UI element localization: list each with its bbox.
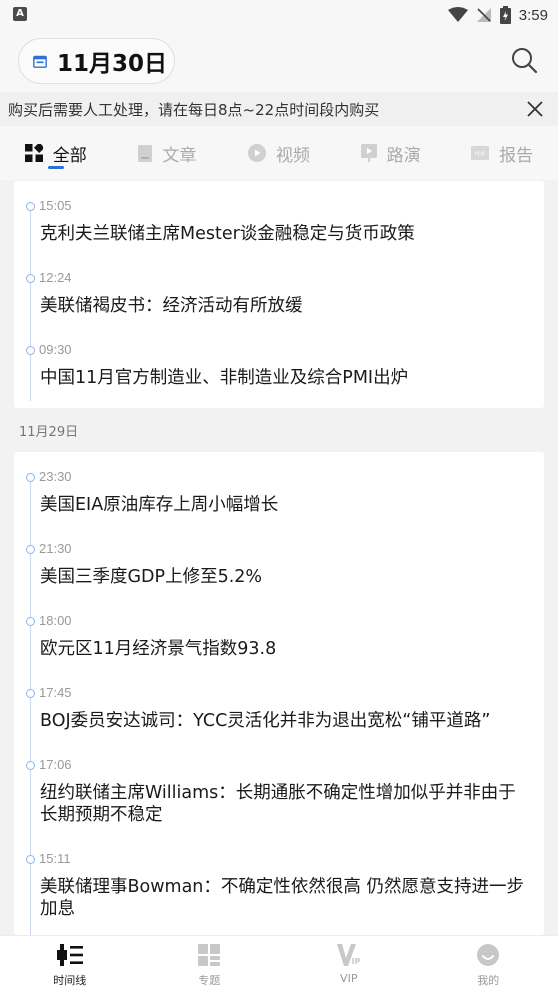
- timeline-dot: [26, 689, 35, 698]
- profile-icon: [477, 944, 500, 966]
- topics-icon: [198, 944, 221, 966]
- news-item[interactable]: 23:30 美国EIA原油库存上周小幅增长: [14, 458, 544, 530]
- nav-label: 时间线: [53, 974, 87, 987]
- timeline-dot: [26, 761, 35, 770]
- svg-text:PDF: PDF: [475, 152, 486, 158]
- news-title: 克利夫兰联储主席Mester谈金融稳定与货币政策: [40, 224, 415, 244]
- news-item[interactable]: 09:30 中国11月官方制造业、非制造业及综合PMI出炉: [14, 331, 544, 403]
- news-item[interactable]: 17:06 纽约联储主席Williams：长期通胀不确定性增加似乎并非由于长期预…: [14, 746, 544, 840]
- roadshow-icon: [360, 144, 377, 162]
- tab-all[interactable]: 全部: [0, 126, 112, 180]
- news-time: 12:24: [39, 270, 72, 285]
- bottom-navigation: 时间线 专题 IP VIP 我的: [0, 935, 558, 992]
- clock: 3:59: [518, 6, 548, 24]
- tab-videos[interactable]: 视频: [223, 126, 335, 180]
- svg-text:IP: IP: [351, 957, 360, 966]
- news-title: 美国EIA原油库存上周小幅增长: [40, 495, 279, 515]
- play-icon: [247, 144, 266, 162]
- nav-timeline[interactable]: 时间线: [0, 936, 140, 992]
- nav-label: 我的: [477, 974, 500, 987]
- close-icon[interactable]: [526, 100, 544, 118]
- header: 11月30日: [0, 30, 558, 92]
- active-tab-indicator: [48, 166, 64, 169]
- tab-label: 全部: [52, 145, 87, 166]
- news-time: 15:11: [39, 851, 71, 866]
- timeline-dot: [26, 617, 35, 626]
- news-item[interactable]: 17:45 BOJ委员安达诚司：YCC灵活化并非为退出宽松“铺平道路”: [14, 674, 544, 746]
- nav-topics[interactable]: 专题: [140, 936, 280, 992]
- news-title: 欧元区11月经济景气指数93.8: [40, 639, 277, 659]
- purchase-notice-banner: 购买后需要人工处理，请在每日8点~22点时间段内购买: [0, 92, 558, 126]
- news-title: 美联储褐皮书：经济活动有所放缓: [40, 296, 303, 316]
- system-icons: 3:59: [447, 4, 548, 26]
- tab-label: 文章: [162, 145, 197, 166]
- vip-icon: IP: [336, 944, 360, 966]
- tab-label: 报告: [499, 145, 534, 166]
- calendar-icon: [33, 55, 47, 68]
- wifi-icon: [447, 7, 468, 22]
- selected-date: 11月30日: [57, 51, 168, 77]
- timeline-dot: [26, 274, 35, 283]
- document-icon: [138, 144, 153, 162]
- timeline-icon: [56, 944, 83, 966]
- no-signal-icon: [476, 8, 491, 22]
- news-time: 23:30: [39, 469, 72, 484]
- date-picker-button[interactable]: 11月30日: [18, 38, 175, 84]
- battery-icon: [499, 6, 511, 24]
- nav-label: 专题: [198, 974, 221, 987]
- news-item[interactable]: 15:05 克利夫兰联储主席Mester谈金融稳定与货币政策: [14, 187, 544, 259]
- timeline-dot: [26, 346, 35, 355]
- news-time: 21:30: [39, 541, 72, 556]
- search-icon[interactable]: [510, 46, 538, 74]
- grid-icon: [24, 144, 43, 162]
- news-item[interactable]: 21:30 美国三季度GDP上修至5.2%: [14, 530, 544, 602]
- timeline-group-previous-day: 23:30 美国EIA原油库存上周小幅增长 21:30 美国三季度GDP上修至5…: [14, 452, 544, 935]
- timeline-dot: [26, 202, 35, 211]
- news-title: 纽约联储主席Williams：长期通胀不确定性增加似乎并非由于长期预期不稳定: [40, 783, 516, 825]
- tab-articles[interactable]: 文章: [112, 126, 224, 180]
- tab-label: 视频: [275, 145, 310, 166]
- news-time: 17:06: [39, 757, 72, 772]
- news-item[interactable]: 12:24 美联储褐皮书：经济活动有所放缓: [14, 259, 544, 331]
- timeline-dot: [26, 855, 35, 864]
- date-group-label: 11月29日: [19, 425, 79, 440]
- news-title: BOJ委员安达诚司：YCC灵活化并非为退出宽松“铺平道路”: [40, 711, 491, 731]
- news-item[interactable]: 18:00 欧元区11月经济景气指数93.8: [14, 602, 544, 674]
- app-notification-icon: A: [13, 7, 27, 21]
- tab-roadshows[interactable]: 路演: [335, 126, 447, 180]
- news-time: 18:00: [39, 613, 72, 628]
- content-type-tabs: 全部 文章 视频 路演 PDF 报告: [0, 126, 558, 180]
- news-time: 09:30: [39, 342, 72, 357]
- timeline-dot: [26, 545, 35, 554]
- timeline-dot: [26, 473, 35, 482]
- status-bar: A 3:59: [0, 0, 558, 30]
- timeline-group-today: 15:05 克利夫兰联储主席Mester谈金融稳定与货币政策 12:24 美联储…: [14, 181, 544, 408]
- nav-profile[interactable]: 我的: [419, 936, 558, 992]
- nav-vip[interactable]: IP VIP: [279, 936, 419, 992]
- news-title: 中国11月官方制造业、非制造业及综合PMI出炉: [40, 368, 409, 388]
- news-title: 美联储理事Bowman：不确定性依然很高 仍然愿意支持进一步加息: [40, 877, 524, 919]
- pdf-icon: PDF: [471, 146, 490, 160]
- notice-text: 购买后需要人工处理，请在每日8点~22点时间段内购买: [8, 100, 380, 119]
- nav-label: VIP: [340, 972, 358, 985]
- news-title: 美国三季度GDP上修至5.2%: [40, 567, 263, 587]
- news-item[interactable]: 15:11 美联储理事Bowman：不确定性依然很高 仍然愿意支持进一步加息: [14, 840, 544, 935]
- tab-label: 路演: [386, 145, 421, 166]
- tab-reports[interactable]: PDF 报告: [446, 126, 558, 180]
- news-time: 15:05: [39, 198, 72, 213]
- news-time: 17:45: [39, 685, 72, 700]
